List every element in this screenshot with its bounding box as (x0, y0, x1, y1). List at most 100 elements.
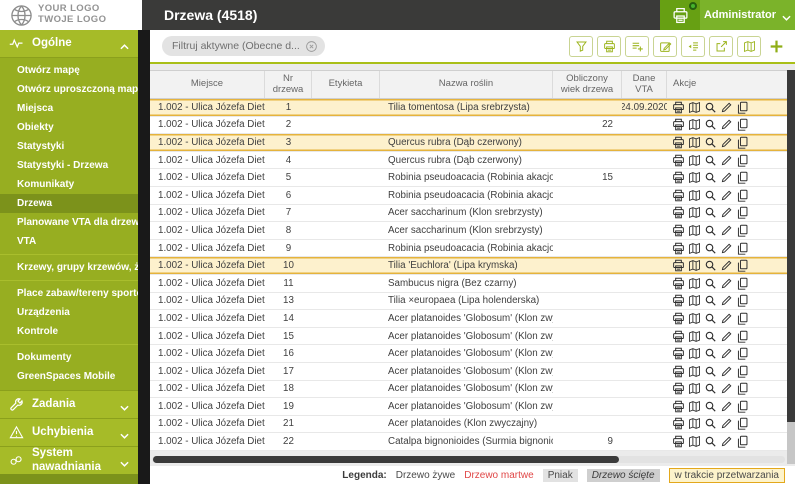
search-action-icon[interactable] (704, 330, 717, 343)
map-action-icon[interactable] (688, 189, 701, 202)
print-action-icon[interactable] (672, 136, 685, 149)
edit-action-icon[interactable] (720, 242, 733, 255)
column-header[interactable]: Miejsce (150, 71, 265, 98)
header-print-button[interactable] (660, 0, 700, 30)
sidebar-item[interactable]: Place zabaw/tereny sportowe (0, 280, 138, 303)
print-action-icon[interactable] (672, 382, 685, 395)
map-action-icon[interactable] (688, 417, 701, 430)
edit-action-icon[interactable] (720, 312, 733, 325)
toolbar-print-button[interactable] (597, 35, 621, 57)
table-row[interactable]: 1.002 - Ulica Józefa Dietla 6 Robinia pseu… (150, 186, 787, 205)
column-header[interactable]: Akcje (667, 71, 787, 98)
table-row[interactable]: 1.002 - Ulica Józefa Dietla 8 Acer sacchar… (150, 222, 787, 240)
map-action-icon[interactable] (688, 206, 701, 219)
map-action-icon[interactable] (688, 330, 701, 343)
edit-action-icon[interactable] (720, 171, 733, 184)
map-action-icon[interactable] (688, 312, 701, 325)
print-action-icon[interactable] (672, 259, 685, 272)
sidebar-item[interactable]: Otwórz mapę (0, 61, 138, 80)
sidebar-item[interactable]: Komunikaty (0, 175, 138, 194)
copy-action-icon[interactable] (736, 118, 749, 132)
copy-action-icon[interactable] (736, 330, 749, 343)
search-action-icon[interactable] (704, 277, 717, 290)
table-row[interactable]: 1.002 - Ulica Józefa Dietla 4 Quercus rubr… (150, 151, 787, 170)
edit-action-icon[interactable] (720, 189, 733, 202)
toolbar-detach-list-button[interactable] (681, 35, 705, 57)
edit-action-icon[interactable] (720, 277, 733, 290)
search-action-icon[interactable] (704, 400, 717, 413)
search-action-icon[interactable] (704, 154, 717, 167)
print-action-icon[interactable] (672, 417, 685, 430)
horizontal-scrollbar[interactable] (152, 456, 785, 463)
search-action-icon[interactable] (704, 171, 717, 184)
sidebar-item[interactable]: Statystyki (0, 137, 138, 156)
print-action-icon[interactable] (672, 347, 685, 360)
copy-action-icon[interactable] (736, 136, 749, 149)
edit-action-icon[interactable] (720, 330, 733, 343)
edit-action-icon[interactable] (720, 382, 733, 395)
copy-action-icon[interactable] (736, 400, 749, 413)
table-row[interactable]: 1.002 - Ulica Józefa Dietla 18 Acer platan… (150, 380, 787, 399)
print-action-icon[interactable] (672, 242, 685, 255)
search-action-icon[interactable] (704, 294, 717, 307)
sidebar-item[interactable]: Planowane VTA dla drzew (0, 213, 138, 232)
table-row[interactable]: 1.002 - Ulica Józefa Dietla 5 Robinia pseu… (150, 169, 787, 187)
print-action-icon[interactable] (672, 154, 685, 167)
edit-action-icon[interactable] (720, 347, 733, 360)
remove-filter-icon[interactable] (305, 40, 318, 53)
map-action-icon[interactable] (688, 242, 701, 255)
search-action-icon[interactable] (704, 435, 717, 448)
copy-action-icon[interactable] (736, 242, 749, 255)
copy-action-icon[interactable] (736, 312, 749, 325)
edit-action-icon[interactable] (720, 259, 733, 272)
toolbar-filter-button[interactable] (569, 35, 593, 57)
print-action-icon[interactable] (672, 224, 685, 237)
copy-action-icon[interactable] (736, 417, 749, 431)
print-action-icon[interactable] (672, 400, 685, 413)
sidebar-section-ogolne[interactable]: Ogólne (0, 30, 138, 58)
search-action-icon[interactable] (704, 242, 717, 255)
user-menu-button[interactable]: Administrator (700, 0, 795, 30)
table-row[interactable]: 1.002 - Ulica Józefa Dietla 19 Acer platan… (150, 398, 787, 416)
sidebar-item[interactable]: Otwórz uproszczoną mapę (0, 80, 138, 99)
toolbar-add-to-list-button[interactable] (625, 35, 649, 57)
search-action-icon[interactable] (704, 189, 717, 202)
column-header[interactable]: Etykieta (312, 71, 380, 98)
map-action-icon[interactable] (688, 171, 701, 184)
copy-action-icon[interactable] (736, 435, 749, 448)
table-row[interactable]: 1.002 - Ulica Józefa Dietla 14 Acer platan… (150, 310, 787, 328)
copy-action-icon[interactable] (736, 259, 749, 272)
copy-action-icon[interactable] (736, 189, 749, 202)
table-row[interactable]: 1.002 - Ulica Józefa Dietla 9 Robinia pseu… (150, 239, 787, 258)
edit-action-icon[interactable] (720, 435, 733, 448)
sidebar-item[interactable]: Dokumenty (0, 344, 138, 367)
toolbar-export-button[interactable] (709, 35, 733, 57)
horizontal-scrollbar-thumb[interactable] (153, 456, 619, 463)
edit-action-icon[interactable] (720, 365, 733, 378)
edit-action-icon[interactable] (720, 417, 733, 430)
print-action-icon[interactable] (672, 171, 685, 184)
toolbar-edit-square-button[interactable] (653, 35, 677, 57)
map-action-icon[interactable] (688, 400, 701, 413)
edit-action-icon[interactable] (720, 224, 733, 237)
map-action-icon[interactable] (688, 382, 701, 395)
sidebar-section-system-nawadniania[interactable]: System nawadniania (0, 446, 138, 474)
print-action-icon[interactable] (672, 206, 685, 219)
copy-action-icon[interactable] (736, 171, 749, 184)
sidebar-item[interactable]: GreenSpaces Mobile (0, 367, 138, 386)
active-filter-chip[interactable]: Filtruj aktywne (Obecne d... (162, 36, 325, 56)
sidebar-item[interactable]: Miejsca (0, 99, 138, 118)
table-row[interactable]: 1.002 - Ulica Józefa Dietla 16 Acer platan… (150, 345, 787, 363)
search-action-icon[interactable] (704, 365, 717, 378)
copy-action-icon[interactable] (736, 347, 749, 360)
map-action-icon[interactable] (688, 224, 701, 237)
column-header[interactable]: Obliczony wiek drzewa (553, 71, 622, 98)
copy-action-icon[interactable] (736, 101, 749, 114)
copy-action-icon[interactable] (736, 206, 749, 220)
edit-action-icon[interactable] (720, 206, 733, 219)
table-row[interactable]: 1.002 - Ulica Józefa Dietla 17 Acer platan… (150, 362, 787, 381)
sidebar-item[interactable]: Kontrole (0, 322, 138, 341)
map-action-icon[interactable] (688, 101, 701, 114)
copy-action-icon[interactable] (736, 382, 749, 395)
edit-action-icon[interactable] (720, 400, 733, 413)
